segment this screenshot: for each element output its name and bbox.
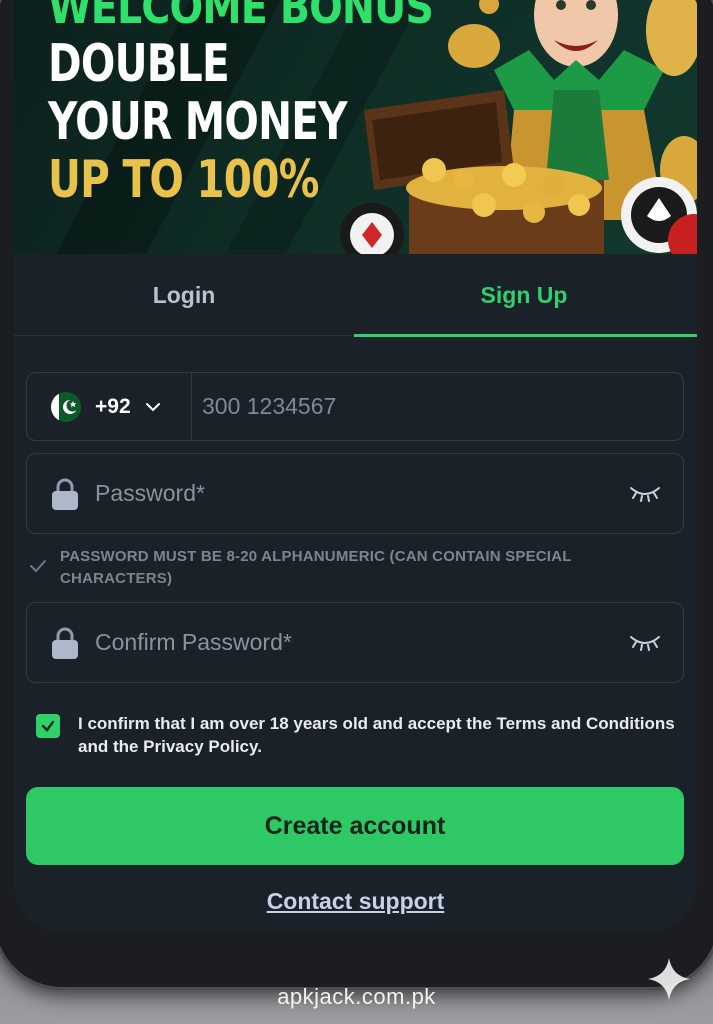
eye-closed-icon[interactable]	[629, 633, 661, 651]
lock-icon	[52, 478, 78, 510]
checkmark-icon	[30, 560, 46, 573]
banner-line-double: DOUBLE	[48, 34, 230, 94]
sparkle-icon	[648, 958, 690, 1000]
age-terms-consent: I confirm that I am over 18 years old an…	[36, 712, 676, 758]
tab-login[interactable]: Login	[14, 254, 354, 336]
contact-support-link[interactable]: Contact support	[14, 888, 697, 915]
eye-closed-icon[interactable]	[629, 484, 661, 502]
jester-treasure-illustration	[340, 0, 697, 254]
phone-number-input[interactable]: 300 1234567	[202, 373, 336, 440]
watermark-text: apkjack.com.pk	[277, 984, 436, 1009]
password-placeholder: Password*	[95, 480, 205, 506]
country-code-selector[interactable]: +92	[27, 373, 192, 440]
password-requirement-hint: PASSWORD MUST BE 8-20 ALPHANUMERIC (CAN …	[28, 546, 668, 590]
create-account-button[interactable]: Create account	[26, 787, 684, 865]
chevron-down-icon	[145, 402, 160, 411]
auth-tabs: Login Sign Up	[14, 254, 697, 337]
tab-sign-up[interactable]: Sign Up	[354, 254, 694, 336]
lock-icon	[52, 627, 78, 659]
active-tab-indicator	[354, 334, 697, 337]
confirm-password-placeholder: Confirm Password*	[95, 629, 292, 655]
consent-text: I confirm that I am over 18 years old an…	[78, 714, 675, 756]
banner-line-percent: UP TO 100%	[48, 150, 319, 210]
signup-screen: WELCOME BONUS DOUBLE YOUR MONEY UP TO 10…	[14, 0, 697, 932]
pakistan-flag-icon	[51, 391, 81, 422]
banner-line-money: YOUR MONEY	[48, 92, 348, 152]
country-code: +92	[95, 394, 131, 418]
password-hint-text: PASSWORD MUST BE 8-20 ALPHANUMERIC (CAN …	[60, 548, 572, 587]
promo-banner[interactable]: WELCOME BONUS DOUBLE YOUR MONEY UP TO 10…	[14, 0, 697, 254]
phone-frame: WELCOME BONUS DOUBLE YOUR MONEY UP TO 10…	[0, 0, 713, 990]
password-field[interactable]: Password*	[26, 453, 684, 534]
consent-checkbox[interactable]	[36, 714, 60, 738]
confirm-password-field[interactable]: Confirm Password*	[26, 602, 684, 683]
checkmark-icon	[41, 720, 55, 732]
phone-number-field: +92 300 1234567	[26, 372, 684, 441]
